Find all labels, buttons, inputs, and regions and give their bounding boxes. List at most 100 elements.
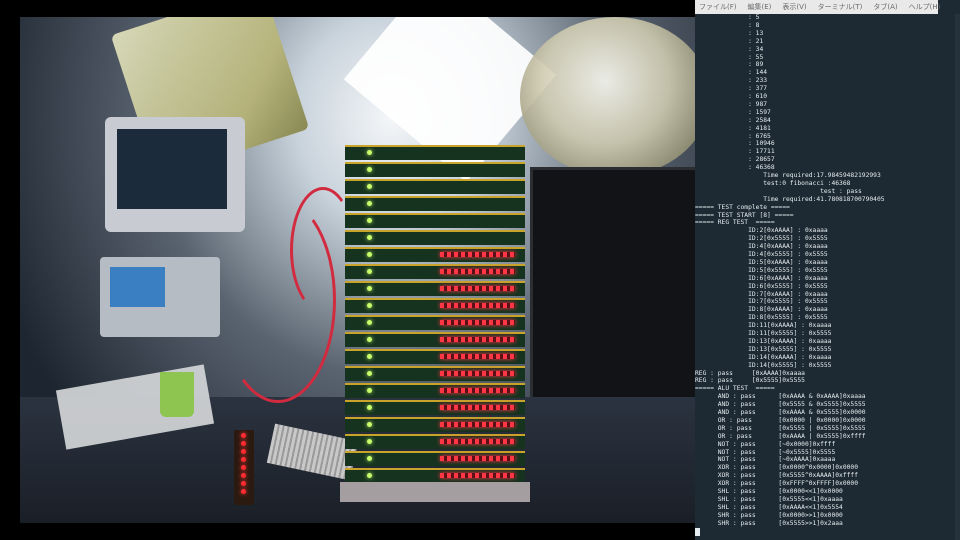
circuit-board xyxy=(345,213,525,228)
status-led xyxy=(367,184,372,189)
status-led xyxy=(367,320,372,325)
circuit-board xyxy=(345,468,525,483)
status-led xyxy=(367,473,372,478)
menu-tabs[interactable]: タブ(A) xyxy=(873,0,897,14)
terminal-line: ID:5[0x5555] : 0x5555 xyxy=(695,266,828,274)
terminal-line: NOT : pass [~0x5555]0x5555 xyxy=(695,448,836,456)
circuit-board xyxy=(345,315,525,330)
circuit-board xyxy=(345,298,525,313)
terminal-line: : 144 xyxy=(695,69,768,77)
terminal-line: ID:14[0x5555] : 0x5555 xyxy=(695,361,832,369)
terminal-line: AND : pass [0xAAAA & 0xAAAA]0xaaaa xyxy=(695,393,866,401)
terminal-line: Time required:41.780818700790405 xyxy=(695,195,885,203)
terminal-line: : 6765 xyxy=(695,132,771,140)
terminal-line: ID:13[0x5555] : 0x5555 xyxy=(695,345,832,353)
status-led xyxy=(367,371,372,376)
status-led xyxy=(367,167,372,172)
circuit-board xyxy=(345,247,525,262)
terminal-line: : 4181 xyxy=(695,124,771,132)
status-led xyxy=(367,252,372,257)
terminal-output[interactable]: : 5 : 8 : 13 : 21 : 34 : 55 : 89 : 144 :… xyxy=(695,14,960,540)
status-led xyxy=(367,456,372,461)
status-led xyxy=(367,337,372,342)
terminal-line: : 2584 xyxy=(695,116,771,124)
circuit-board xyxy=(345,230,525,245)
circuit-board-stack xyxy=(345,145,525,485)
terminal-line: ID:4[0xAAAA] : 0xaaaa xyxy=(695,243,828,251)
terminal-line: SHR : pass [0x0000>>1]0x0000 xyxy=(695,511,843,519)
led-strip-board xyxy=(234,430,254,505)
terminal-line: : 34 xyxy=(695,45,764,53)
status-led xyxy=(367,269,372,274)
status-led xyxy=(367,388,372,393)
terminal-line: ID:13[0xAAAA] : 0xaaaa xyxy=(695,337,832,345)
terminal-line: ID:2[0xAAAA] : 0xaaaa xyxy=(695,227,828,235)
led-bar xyxy=(440,439,515,444)
circuit-board xyxy=(345,434,525,449)
terminal-line: ID:6[0x5555] : 0x5555 xyxy=(695,282,828,290)
terminal-line: test : pass xyxy=(695,187,862,195)
terminal-line: : 28657 xyxy=(695,156,775,164)
terminal-line: : 46368 xyxy=(695,164,775,172)
terminal-line: : 8 xyxy=(695,21,760,29)
led-bar xyxy=(440,371,515,376)
terminal-line: : 233 xyxy=(695,77,768,85)
circuit-board xyxy=(345,451,525,466)
desk-lamp-right xyxy=(520,17,695,177)
menu-terminal[interactable]: ターミナル(T) xyxy=(818,0,863,14)
terminal-line: ID:4[0x5555] : 0x5555 xyxy=(695,251,828,258)
menu-file[interactable]: ファイル(F) xyxy=(699,0,737,14)
terminal-line: ID:5[0xAAAA] : 0xaaaa xyxy=(695,258,828,266)
terminal-line: XOR : pass [0xFFFF^0xFFFF]0x0000 xyxy=(695,480,859,488)
status-led xyxy=(367,303,372,308)
status-led xyxy=(367,235,372,240)
led-bar xyxy=(440,422,515,427)
led-bar xyxy=(440,303,515,308)
led-bar xyxy=(440,473,515,478)
terminal-line: : 5 xyxy=(695,14,760,21)
circuit-board xyxy=(345,162,525,177)
terminal-line: ===== TEST START [8] ===== xyxy=(695,211,794,219)
terminal-line: : 987 xyxy=(695,100,768,108)
terminal-line: ID:11[0xAAAA] : 0xaaaa xyxy=(695,322,832,330)
terminal-line: ID:8[0xAAAA] : 0xaaaa xyxy=(695,306,828,314)
terminal-line: ===== TEST complete ===== xyxy=(695,203,790,211)
terminal-line: AND : pass [0xAAAA & 0x5555]0x0000 xyxy=(695,409,866,416)
menu-view[interactable]: 表示(V) xyxy=(782,0,806,14)
terminal-scrollbar[interactable] xyxy=(955,14,960,540)
status-led xyxy=(367,218,372,223)
terminal-line: : 13 xyxy=(695,29,764,37)
terminal-line: : 21 xyxy=(695,37,764,45)
terminal-line: SHL : pass [0xAAAA<<1]0x5554 xyxy=(695,503,843,511)
status-led xyxy=(367,354,372,359)
circuit-board xyxy=(345,332,525,347)
menu-edit[interactable]: 編集(E) xyxy=(748,0,772,14)
menu-help[interactable]: ヘルプ(H) xyxy=(909,0,941,14)
led-bar xyxy=(440,388,515,393)
circuit-board xyxy=(345,179,525,194)
status-led xyxy=(367,439,372,444)
led-bar xyxy=(440,320,515,325)
status-led xyxy=(367,405,372,410)
status-led xyxy=(367,422,372,427)
terminal-line: SHL : pass [0x0000<<1]0x0000 xyxy=(695,488,843,495)
status-led xyxy=(367,201,372,206)
stack-base xyxy=(340,482,530,502)
terminal-line: : 10946 xyxy=(695,140,775,148)
led-bar xyxy=(440,354,515,359)
background-monitor xyxy=(105,117,245,232)
terminal-window[interactable]: ファイル(F) 編集(E) 表示(V) ターミナル(T) タブ(A) ヘルプ(H… xyxy=(695,0,960,540)
terminal-line: NOT : pass [~0x0000]0xffff xyxy=(695,440,836,448)
led-bar xyxy=(440,405,515,410)
led-bar xyxy=(440,456,515,461)
terminal-line: Time required:17.98459482192993 xyxy=(695,172,881,179)
terminal-line: OR : pass [0x5555 | 0x5555]0x5555 xyxy=(695,424,866,432)
terminal-line: XOR : pass [0x5555^0xAAAA]0xffff xyxy=(695,472,859,480)
circuit-board xyxy=(345,417,525,432)
led-bar xyxy=(440,269,515,274)
terminal-line: : 610 xyxy=(695,93,768,100)
green-cup xyxy=(160,372,194,417)
led-bar xyxy=(440,337,515,342)
circuit-board xyxy=(345,383,525,398)
status-led xyxy=(367,286,372,291)
